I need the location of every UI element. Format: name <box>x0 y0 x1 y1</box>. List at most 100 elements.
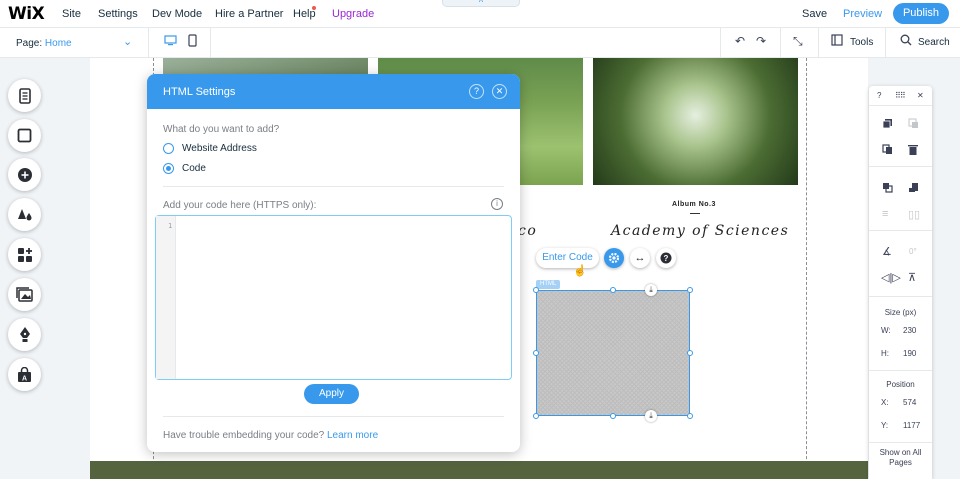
flip-horizontal-icon[interactable]: ◁|▷ <box>881 271 901 284</box>
line-gutter: 1 <box>156 216 176 379</box>
publish-button[interactable]: Publish <box>893 3 949 24</box>
menu-dev-mode[interactable]: Dev Mode <box>152 8 202 20</box>
help-icon[interactable]: ? <box>877 91 881 100</box>
collapse-toolbar-tab[interactable]: ^ <box>442 0 520 7</box>
help-icon[interactable]: ? <box>469 84 484 99</box>
position-label: Position <box>886 380 915 389</box>
page-selector[interactable]: Page: Home <box>16 38 72 49</box>
divider <box>869 230 932 231</box>
stretch-icon[interactable]: ↔ <box>630 248 650 268</box>
pages-icon[interactable] <box>8 79 41 112</box>
mobile-icon[interactable] <box>188 34 197 50</box>
chevron-down-icon[interactable]: ⌄ <box>123 35 132 48</box>
resize-handle[interactable] <box>533 350 539 356</box>
code-editor[interactable]: 1 <box>155 215 512 380</box>
move-down-icon[interactable]: ⤓ <box>645 284 657 296</box>
zoom-out-icon[interactable]: ⤡ <box>793 34 803 49</box>
radio-code[interactable] <box>163 163 174 174</box>
redo-icon[interactable]: ↷ <box>756 34 766 48</box>
bring-forward-icon[interactable] <box>882 182 893 196</box>
show-on-all-pages-label: Show on All Pages <box>879 448 922 467</box>
secondary-toolbar: Page: Home ⌄ ↶ ↷ ⤡ Tools Search <box>0 28 960 58</box>
distribute-icon[interactable]: ▯▯ <box>908 208 920 221</box>
media-icon[interactable] <box>8 278 41 311</box>
resize-handle[interactable] <box>687 350 693 356</box>
divider <box>163 416 504 417</box>
background-icon[interactable] <box>8 119 41 152</box>
html-embed-element[interactable] <box>536 290 690 416</box>
trouble-text: Have trouble embedding your code? Learn … <box>163 430 378 441</box>
width-label: W: <box>881 326 891 335</box>
y-input[interactable]: 1177 <box>903 421 920 430</box>
preview-button[interactable]: Preview <box>843 8 882 20</box>
album-label[interactable]: Album No.3 <box>672 201 716 208</box>
align-icon[interactable]: ≡ <box>882 208 888 220</box>
blog-icon[interactable] <box>8 318 41 351</box>
gallery-title-partial[interactable]: co <box>518 223 537 239</box>
divider <box>869 442 932 443</box>
resize-handle[interactable] <box>687 413 693 419</box>
delete-icon[interactable] <box>908 144 918 158</box>
close-icon[interactable]: ✕ <box>917 91 924 100</box>
resize-handle[interactable] <box>687 287 693 293</box>
radio-website-address[interactable] <box>163 143 174 154</box>
search-icon[interactable] <box>900 34 912 49</box>
flip-vertical-icon[interactable]: ⊼ <box>908 271 916 284</box>
settings-gear-icon[interactable] <box>604 248 624 268</box>
x-input[interactable]: 574 <box>903 398 916 407</box>
tools-button[interactable]: Tools <box>850 37 873 48</box>
undo-icon[interactable]: ↶ <box>735 34 745 48</box>
copy-icon[interactable] <box>882 118 893 132</box>
enter-code-button[interactable]: Enter Code <box>536 248 599 268</box>
add-icon[interactable] <box>8 158 41 191</box>
help-icon[interactable]: ? <box>656 248 676 268</box>
wix-logo[interactable]: WiX <box>8 4 45 24</box>
width-input[interactable]: 230 <box>903 326 916 335</box>
height-input[interactable]: 190 <box>903 349 916 358</box>
radio-label-website-address[interactable]: Website Address <box>182 143 257 154</box>
desktop-icon[interactable] <box>164 34 177 50</box>
tools-icon[interactable] <box>831 34 843 49</box>
rotate-icon[interactable]: ∡ <box>882 245 892 258</box>
resize-handle[interactable] <box>533 287 539 293</box>
panel-header[interactable]: HTML Settings ? ✕ <box>147 74 520 109</box>
menu-upgrade[interactable]: Upgrade <box>332 8 374 20</box>
panel-header[interactable]: ? ⠿⠿ ✕ <box>869 86 932 106</box>
code-label: Add your code here (HTTPS only): <box>163 200 317 211</box>
learn-more-link[interactable]: Learn more <box>327 430 378 441</box>
paste-icon[interactable] <box>908 118 919 132</box>
menu-settings[interactable]: Settings <box>98 8 138 20</box>
pointer-cursor-icon: ☝ <box>573 265 587 277</box>
x-label: X: <box>881 398 889 407</box>
move-down-icon[interactable]: ⤓ <box>645 410 657 422</box>
radio-label-code[interactable]: Code <box>182 163 206 174</box>
element-type-tag: HTML <box>536 280 561 289</box>
menu-site[interactable]: Site <box>62 8 81 20</box>
close-icon[interactable]: ✕ <box>492 84 507 99</box>
page-selector-label: Page: <box>16 38 43 49</box>
divider <box>210 28 211 58</box>
save-button[interactable]: Save <box>802 8 827 20</box>
theme-icon[interactable] <box>8 198 41 231</box>
layout-tools-panel: ? ⠿⠿ ✕ ≡ ▯▯ ∡ 0° ◁|▷ ⊼ Size (px) W: 230 … <box>869 86 932 479</box>
divider <box>869 166 932 167</box>
menu-hire-a-partner[interactable]: Hire a Partner <box>215 8 283 20</box>
size-label: Size (px) <box>884 308 917 317</box>
store-icon[interactable]: A <box>8 358 41 391</box>
apply-button[interactable]: Apply <box>304 384 359 404</box>
resize-handle[interactable] <box>533 413 539 419</box>
duplicate-icon[interactable] <box>882 144 893 158</box>
add-apps-icon[interactable] <box>8 238 41 271</box>
resize-handle[interactable] <box>610 413 616 419</box>
gallery-photo[interactable] <box>593 58 798 185</box>
drag-handle-icon[interactable]: ⠿⠿ <box>895 91 906 100</box>
resize-handle[interactable] <box>610 287 616 293</box>
gallery-title[interactable]: Academy of Sciences <box>611 223 789 239</box>
footer-strip[interactable] <box>90 461 868 479</box>
rotation-value[interactable]: 0° <box>909 247 917 256</box>
send-backward-icon[interactable] <box>908 182 919 196</box>
divider <box>818 28 819 58</box>
search-button[interactable]: Search <box>918 37 950 48</box>
trouble-label: Have trouble embedding your code? <box>163 430 325 441</box>
info-icon[interactable]: i <box>491 198 503 210</box>
